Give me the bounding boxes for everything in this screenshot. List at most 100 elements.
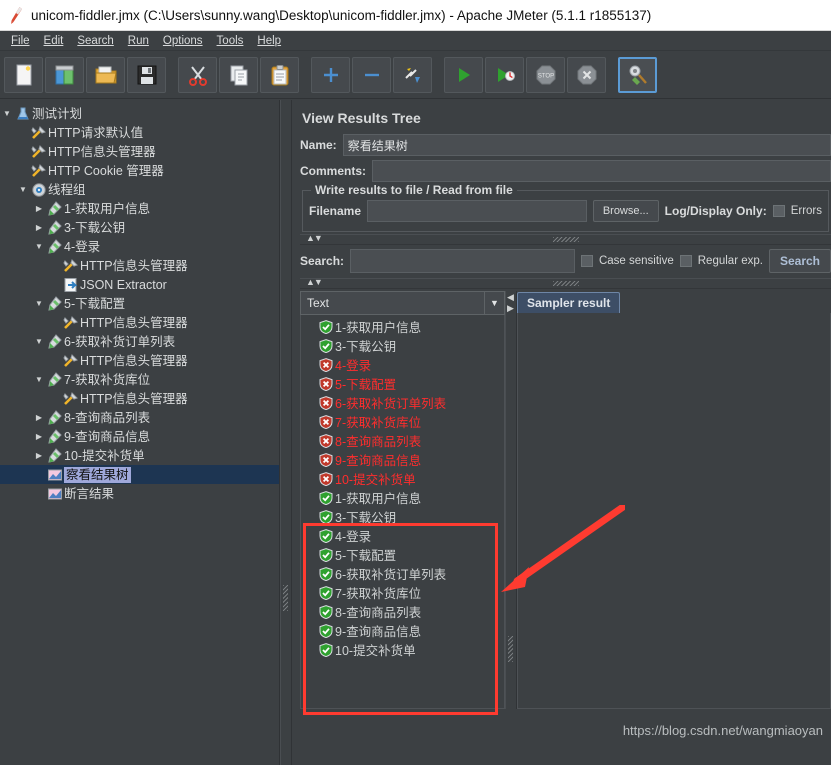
collapse-all-button[interactable]: [352, 56, 391, 93]
menu-help[interactable]: Help: [250, 34, 288, 48]
collapse-right-icon[interactable]: ▶: [507, 304, 514, 313]
clear-all-button[interactable]: [618, 56, 657, 93]
twisty-expanded-icon[interactable]: ▼: [0, 109, 14, 118]
collapse-left-icon[interactable]: ◀: [507, 293, 514, 302]
search-input[interactable]: [350, 249, 575, 273]
twisty-collapsed-icon[interactable]: ▶: [32, 451, 46, 460]
sample-result-row[interactable]: 5-下载配置: [301, 545, 504, 564]
toggle-button[interactable]: [393, 56, 432, 93]
sample-result-row[interactable]: 4-登录: [301, 355, 504, 374]
errors-checkbox[interactable]: [772, 205, 785, 217]
twisty-expanded-icon[interactable]: ▼: [32, 242, 46, 251]
tree-node[interactable]: HTTP信息头管理器: [0, 351, 279, 370]
comments-input[interactable]: [372, 160, 831, 182]
tree-node[interactable]: HTTP信息头管理器: [0, 142, 279, 161]
sash-arrows-icon[interactable]: ▲▼: [306, 234, 323, 243]
horizontal-sash-bottom[interactable]: ▲▼: [300, 278, 831, 289]
menu-tools[interactable]: Tools: [210, 34, 251, 48]
twisty-expanded-icon[interactable]: ▼: [32, 299, 46, 308]
results-splitter-grip[interactable]: [508, 636, 513, 662]
sample-result-row[interactable]: 3-下载公钥: [301, 336, 504, 355]
tree-node[interactable]: ▶ 9-查询商品信息: [0, 427, 279, 446]
sash-grip-2[interactable]: [552, 281, 579, 286]
test-plan-tree[interactable]: ▼ 测试计划 HTTP请求默认值 HTTP信息头管理器 HTTP Cookie 管理器 ▼…: [0, 100, 280, 765]
splitter-grip[interactable]: [283, 585, 288, 611]
tree-node[interactable]: ▶ 10-提交补货单: [0, 446, 279, 465]
menu-edit[interactable]: Edit: [37, 34, 71, 48]
twisty-expanded-icon[interactable]: ▼: [32, 337, 46, 346]
sample-result-row[interactable]: 10-提交补货单: [301, 640, 504, 659]
sample-result-row[interactable]: 4-登录: [301, 526, 504, 545]
sample-result-row[interactable]: 3-下载公钥: [301, 507, 504, 526]
cut-button[interactable]: [178, 56, 217, 93]
tree-node[interactable]: ▼ 线程组: [0, 180, 279, 199]
menu-search[interactable]: Search: [70, 34, 120, 48]
sample-result-row[interactable]: 5-下载配置: [301, 374, 504, 393]
horizontal-sash-top[interactable]: ▲▼: [300, 234, 831, 245]
new-button[interactable]: [4, 56, 43, 93]
copy-button[interactable]: [219, 56, 258, 93]
sample-result-row[interactable]: 1-获取用户信息: [301, 317, 504, 336]
tree-node[interactable]: HTTP信息头管理器: [0, 256, 279, 275]
tree-node[interactable]: HTTP请求默认值: [0, 123, 279, 142]
menu-file[interactable]: File: [4, 34, 37, 48]
case-sensitive-checkbox[interactable]: [580, 255, 593, 267]
sample-result-row[interactable]: 1-获取用户信息: [301, 488, 504, 507]
tree-node[interactable]: JSON Extractor: [0, 275, 279, 294]
sample-result-row[interactable]: 6-获取补货订单列表: [301, 393, 504, 412]
tree-node[interactable]: ▼ 5-下载配置: [0, 294, 279, 313]
renderer-select[interactable]: Text ▼: [300, 291, 505, 315]
menu-run[interactable]: Run: [121, 34, 156, 48]
sash-arrows-icon-2[interactable]: ▲▼: [306, 278, 323, 287]
save-button[interactable]: [127, 56, 166, 93]
tree-node[interactable]: ▼ 7-获取补货库位: [0, 370, 279, 389]
name-input[interactable]: [342, 134, 831, 156]
sample-result-row[interactable]: 8-查询商品列表: [301, 602, 504, 621]
sample-results-tree[interactable]: 1-获取用户信息 3-下载公钥 4-登录 5-下载配置 6-获取补货订单列表 7-获取补货…: [300, 315, 505, 709]
tree-node[interactable]: 察看结果树: [0, 465, 279, 484]
stop-button[interactable]: STOP: [526, 56, 565, 93]
menu-options[interactable]: Options: [156, 34, 210, 48]
twisty-collapsed-icon[interactable]: ▶: [32, 204, 46, 213]
open-button[interactable]: [86, 56, 125, 93]
tree-node-label: 线程组: [48, 182, 86, 197]
search-button[interactable]: Search: [768, 249, 831, 273]
tree-node[interactable]: HTTP信息头管理器: [0, 389, 279, 408]
results-splitter[interactable]: ◀ ▶: [505, 291, 517, 709]
filename-input[interactable]: [367, 200, 587, 222]
tab-sampler-result[interactable]: Sampler result: [517, 292, 621, 313]
chevron-down-icon[interactable]: ▼: [484, 292, 504, 314]
tree-node[interactable]: ▼ 测试计划: [0, 104, 279, 123]
sample-result-row[interactable]: 7-获取补货库位: [301, 412, 504, 431]
sash-grip[interactable]: [552, 237, 579, 242]
twisty-collapsed-icon[interactable]: ▶: [32, 432, 46, 441]
tree-node[interactable]: ▶ 3-下载公钥: [0, 218, 279, 237]
twisty-collapsed-icon[interactable]: ▶: [32, 223, 46, 232]
tree-node[interactable]: ▶ 1-获取用户信息: [0, 199, 279, 218]
tree-node[interactable]: ▼ 6-获取补货订单列表: [0, 332, 279, 351]
regular-exp-checkbox[interactable]: [679, 255, 692, 267]
twisty-expanded-icon[interactable]: ▼: [32, 375, 46, 384]
sample-result-row[interactable]: 9-查询商品信息: [301, 621, 504, 640]
browse-button[interactable]: Browse...: [592, 200, 659, 222]
sample-result-row[interactable]: 6-获取补货订单列表: [301, 564, 504, 583]
shutdown-octagon-icon: [576, 64, 598, 86]
tree-node[interactable]: ▼ 4-登录: [0, 237, 279, 256]
start-button[interactable]: [444, 56, 483, 93]
sample-result-row[interactable]: 7-获取补货库位: [301, 583, 504, 602]
twisty-expanded-icon[interactable]: ▼: [16, 185, 30, 194]
tree-node[interactable]: 断言结果: [0, 484, 279, 503]
sample-result-row[interactable]: 10-提交补货单: [301, 469, 504, 488]
sample-result-row[interactable]: 8-查询商品列表: [301, 431, 504, 450]
templates-button[interactable]: [45, 56, 84, 93]
tree-content-splitter[interactable]: [280, 100, 292, 765]
tree-node[interactable]: HTTP Cookie 管理器: [0, 161, 279, 180]
tree-node[interactable]: ▶ 8-查询商品列表: [0, 408, 279, 427]
tree-node[interactable]: HTTP信息头管理器: [0, 313, 279, 332]
expand-all-button[interactable]: [311, 56, 350, 93]
start-no-timers-button[interactable]: [485, 56, 524, 93]
paste-button[interactable]: [260, 56, 299, 93]
twisty-collapsed-icon[interactable]: ▶: [32, 413, 46, 422]
sample-result-row[interactable]: 9-查询商品信息: [301, 450, 504, 469]
shutdown-button[interactable]: [567, 56, 606, 93]
